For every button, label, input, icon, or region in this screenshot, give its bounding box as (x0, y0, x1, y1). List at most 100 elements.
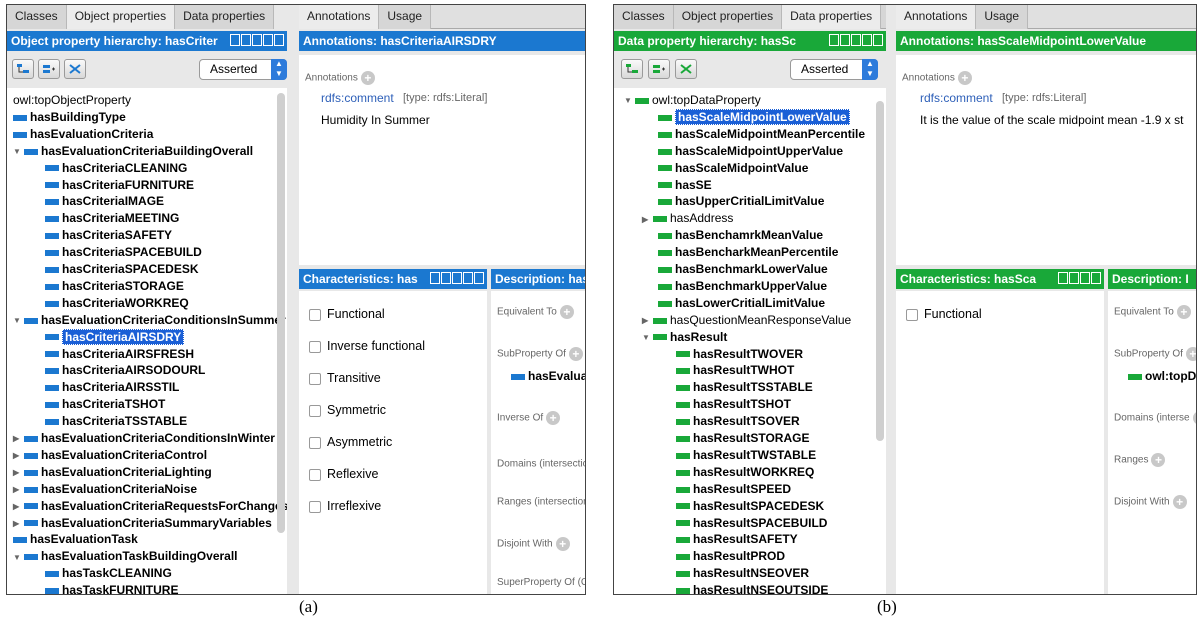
tree-item[interactable]: hasBencharkMeanPercentile (658, 244, 838, 261)
tab-data-properties[interactable]: Data properties (175, 5, 275, 29)
tree-item[interactable]: hasResultTSHOT (676, 396, 791, 413)
add-icon[interactable]: + (1151, 453, 1166, 467)
add-icon[interactable]: + (1176, 305, 1191, 319)
subproperty-chip[interactable]: owl:topD (1128, 369, 1196, 383)
characteristic-checkbox[interactable]: Symmetric (309, 403, 386, 417)
tree-item[interactable]: hasResultTWSTABLE (676, 447, 816, 464)
characteristic-checkbox[interactable]: Irreflexive (309, 499, 381, 513)
tree-item[interactable]: ▼ hasEvaluationTaskBuildingOverall (13, 548, 238, 565)
tab-annotations[interactable]: Annotations (299, 5, 380, 29)
tree-item[interactable]: hasBenchmarkLowerValue (658, 261, 828, 278)
tree-item[interactable]: hasBenchamrkMeanValue (658, 227, 823, 244)
close-icon[interactable] (873, 34, 883, 46)
expand-arrow-icon[interactable]: ▶ (13, 464, 24, 481)
add-icon[interactable]: + (1172, 495, 1187, 509)
tab-usage[interactable]: Usage (976, 5, 1029, 29)
tab-annotations[interactable]: Annotations (896, 5, 977, 29)
tree-item[interactable]: hasCriteriaIMAGE (45, 193, 164, 210)
tree-item[interactable]: ▶ hasEvaluationCriteriaSummaryVariables (13, 515, 272, 532)
tab-classes[interactable]: Classes (614, 5, 674, 29)
tree-item[interactable]: ▶ hasEvaluationCriteriaConditionsInWinter (13, 430, 275, 447)
tree-item[interactable]: ▶ hasEvaluationCriteriaNoise (13, 481, 197, 498)
collapse-arrow-icon[interactable]: ▼ (13, 143, 24, 160)
checkbox-icon[interactable] (309, 404, 321, 417)
add-icon[interactable]: + (546, 411, 561, 425)
tree-item[interactable]: ▶ hasEvaluationCriteriaLighting (13, 464, 212, 481)
tab-classes[interactable]: Classes (7, 5, 67, 29)
pin-icon[interactable] (840, 34, 850, 46)
tree-item[interactable]: ▶ hasEvaluationCriteriaControl (13, 447, 207, 464)
tab-object-properties[interactable]: Object properties (66, 5, 176, 29)
expand-arrow-icon[interactable]: ▶ (13, 447, 24, 464)
pin-icon[interactable] (1058, 272, 1068, 284)
close-icon[interactable] (474, 272, 484, 284)
tree-item[interactable]: owl:topObjectProperty (13, 92, 131, 109)
tree-item[interactable]: hasCriteriaTSHOT (45, 396, 165, 413)
add-sub-property-button[interactable] (12, 59, 34, 79)
tree-item[interactable]: hasResultNSEOUTSIDE (676, 582, 828, 594)
pin-icon[interactable] (241, 34, 251, 46)
tree-item[interactable]: hasCriteriaCLEANING (45, 160, 187, 177)
checkbox-icon[interactable] (309, 340, 321, 353)
add-icon[interactable]: + (559, 305, 574, 319)
comment-key[interactable]: rdfs:comment (321, 91, 394, 105)
tree-item[interactable]: hasCriteriaFURNITURE (45, 177, 194, 194)
tree-item[interactable]: hasUpperCritialLimitValue (658, 193, 824, 210)
collapse-arrow-icon[interactable]: ▼ (13, 312, 24, 329)
close-icon[interactable] (1091, 272, 1101, 284)
tree-item[interactable]: hasResultSTORAGE (676, 430, 809, 447)
characteristic-checkbox[interactable]: Functional (906, 307, 982, 321)
tree-item[interactable]: hasResultSPACEDESK (676, 498, 824, 515)
characteristic-checkbox[interactable]: Inverse functional (309, 339, 425, 353)
tree-item[interactable]: hasCriteriaSPACEBUILD (45, 244, 202, 261)
tree-item[interactable]: hasSE (658, 177, 712, 194)
tree-item[interactable]: ▶ hasEvaluationCriteriaRequestsForChanges (13, 498, 287, 515)
minimize-icon[interactable] (851, 34, 861, 46)
expand-arrow-icon[interactable]: ▶ (13, 498, 24, 515)
checkbox-icon[interactable] (309, 468, 321, 481)
info-icon[interactable] (430, 272, 440, 284)
add-annotation-button[interactable]: + (957, 71, 972, 85)
add-icon[interactable]: + (1192, 411, 1196, 425)
tree-item[interactable]: hasCriteriaMEETING (45, 210, 179, 227)
maximize-icon[interactable] (862, 34, 872, 46)
tree-item[interactable]: hasCriteriaSPACEDESK (45, 261, 199, 278)
tree-scrollbar[interactable] (876, 101, 884, 441)
tree-item[interactable]: hasScaleMidpointUpperValue (658, 143, 843, 160)
add-annotation-button[interactable]: + (360, 71, 375, 85)
checkbox-icon[interactable] (309, 500, 321, 513)
tree-item[interactable]: hasCriteriaSTORAGE (45, 278, 184, 295)
checkbox-icon[interactable] (309, 308, 321, 321)
minimize-icon[interactable] (452, 272, 462, 284)
info-icon[interactable] (829, 34, 839, 46)
delete-property-button[interactable] (675, 59, 697, 79)
delete-property-button[interactable] (64, 59, 86, 79)
collapse-arrow-icon[interactable]: ▼ (624, 92, 635, 109)
tree-item[interactable]: hasBuildingType (13, 109, 126, 126)
asserted-dropdown[interactable]: Asserted ▲ ▼ (199, 59, 287, 80)
expand-arrow-icon[interactable]: ▶ (642, 211, 653, 228)
tree-item[interactable]: hasResultSAFETY (676, 531, 798, 548)
expand-arrow-icon[interactable]: ▶ (13, 515, 24, 532)
tree-item[interactable]: hasResultWORKREQ (676, 464, 814, 481)
maximize-icon[interactable] (1080, 272, 1090, 284)
characteristic-checkbox[interactable]: Functional (309, 307, 385, 321)
tab-data-properties[interactable]: Data properties (782, 5, 882, 29)
tree-item[interactable]: hasResultSPEED (676, 481, 791, 498)
tree-item[interactable]: hasCriteriaAIRSSTIL (45, 379, 179, 396)
tree-item[interactable]: hasResultTWOVER (676, 346, 803, 363)
tree-item[interactable]: hasCriteriaAIRSODOURL (45, 362, 205, 379)
subproperty-chip[interactable]: hasEvaluat (511, 369, 585, 383)
expand-arrow-icon[interactable]: ▶ (642, 312, 653, 329)
info-icon[interactable] (230, 34, 240, 46)
tree-item[interactable]: hasScaleMidpointMeanPercentile (658, 126, 865, 143)
tree-item[interactable]: ▶ hasQuestionMeanResponseValue (642, 312, 851, 329)
tree-item[interactable]: ▼ hasEvaluationCriteriaBuildingOverall (13, 143, 253, 160)
add-icon[interactable]: + (568, 347, 583, 361)
expand-arrow-icon[interactable]: ▶ (13, 481, 24, 498)
tree-scrollbar[interactable] (277, 93, 285, 533)
checkbox-icon[interactable] (906, 308, 918, 321)
tree-item[interactable]: hasTaskCLEANING (45, 565, 172, 582)
tree-item[interactable]: hasResultTSOVER (676, 413, 800, 430)
checkbox-icon[interactable] (309, 372, 321, 385)
